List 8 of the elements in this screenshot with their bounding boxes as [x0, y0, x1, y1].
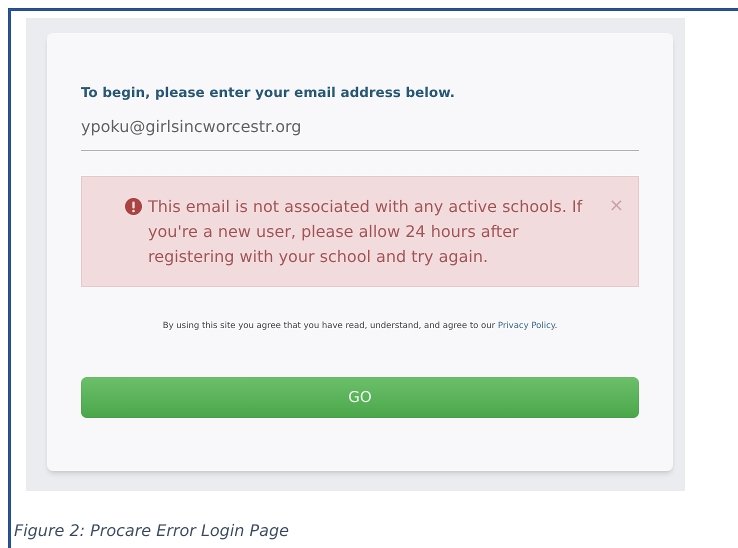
error-message: This email is not associated with any active schools. If you're a new user, please allow 24 hours after registering with your school and try again. — [148, 196, 584, 268]
figure-caption: Figure 2: Procare Error Login Page — [14, 520, 289, 542]
terms-text: By using this site you agree that you have read, understand, and agree to our — [162, 321, 496, 332]
form-heading: To begin, please enter your email address below. — [81, 84, 456, 103]
warning-icon — [125, 198, 142, 216]
email-field[interactable]: ypoku@girlsincworcestr.org — [81, 111, 639, 152]
privacy-policy-link[interactable]: Privacy Policy — [498, 321, 555, 332]
terms-punctuation: . — [554, 321, 558, 332]
